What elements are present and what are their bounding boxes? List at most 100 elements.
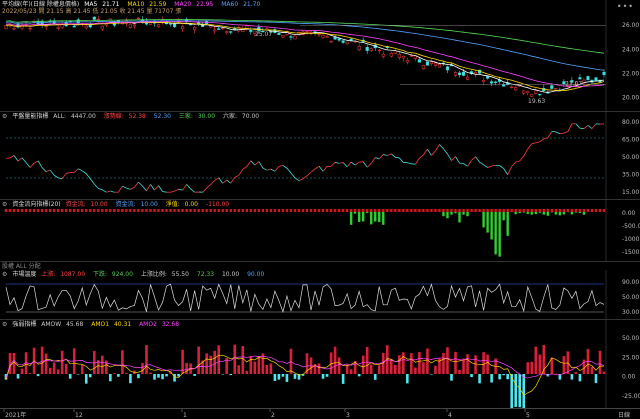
kd-segment — [138, 182, 142, 186]
flow-bar-pos — [113, 209, 115, 212]
amo-bar-pos — [575, 372, 578, 374]
amo-bar-pos — [350, 369, 353, 374]
flow-bar-pos — [486, 209, 488, 212]
kd-segment — [82, 171, 86, 174]
flow-bar-pos — [173, 209, 175, 212]
flow-bar-pos — [234, 209, 236, 212]
kd-segment — [399, 158, 403, 162]
flow-bar-neg — [502, 212, 504, 220]
flow-bar-pos — [57, 209, 59, 212]
kd-segment — [568, 124, 572, 132]
amo-bar-neg — [430, 374, 433, 375]
flow-bar-neg — [366, 212, 368, 213]
flow-bar-pos — [338, 209, 340, 212]
kd-segment — [183, 184, 187, 190]
flow-bar-pos — [450, 209, 452, 212]
breadth-stat-0: ALL: 4447.00 — [53, 113, 99, 120]
kd-segment — [556, 132, 560, 134]
flow-bar-pos — [474, 209, 476, 212]
flow-bar-pos — [25, 209, 27, 212]
flow-chart[interactable]: 0.00-500.0-1000-1500 — [0, 200, 640, 262]
flow-bar-pos — [117, 209, 119, 212]
kd-segment — [427, 149, 431, 155]
price-chart[interactable]: 25.0721.0719.6326.0024.0022.0020.00 — [0, 0, 640, 112]
amo-bar-pos — [338, 357, 341, 374]
breadth-chart[interactable]: 80.0065.0050.0035.0015.00 — [0, 112, 640, 200]
gear-icon[interactable]: ⚙ — [2, 321, 7, 328]
amo-bar-neg — [173, 374, 176, 382]
flow-bar-pos — [165, 209, 167, 212]
amo-bar-neg — [17, 374, 20, 379]
flow-bar-pos — [414, 209, 416, 212]
ma-line-3 — [6, 21, 604, 71]
candle — [398, 54, 401, 58]
flow-stat-3: -110.00 — [206, 201, 232, 208]
flow-header: ⚙ 資金流向指標(20) 資金流: 10.00 資金流: 10.00 淨值: 0… — [2, 201, 235, 208]
candle — [555, 88, 558, 89]
amo-bar-pos — [45, 353, 48, 374]
kd-segment — [159, 186, 163, 192]
gear-icon[interactable]: ⚙ — [2, 113, 7, 120]
flow-bar-neg — [555, 212, 557, 215]
flow-bar-neg — [547, 212, 549, 216]
flow-bar-pos — [254, 209, 256, 212]
flow-bar-pos — [591, 209, 593, 212]
price-note: 19.63 — [528, 98, 545, 105]
flow-bar-pos — [539, 209, 541, 212]
note-row: 股權 ALL 分配 — [0, 262, 640, 270]
amo-bar-pos — [65, 364, 68, 374]
flow-bar-pos — [53, 209, 55, 212]
more-icon[interactable]: ••• — [617, 2, 634, 11]
amo-bar-pos — [237, 365, 240, 374]
amo-bar-pos — [402, 352, 405, 374]
amo-bar-neg — [571, 374, 574, 380]
candle — [5, 25, 8, 28]
flow-bar-neg — [543, 212, 545, 215]
amo-chart[interactable]: 50.0025.000.00-25.00 — [0, 320, 640, 408]
flow-bar-pos — [218, 209, 220, 212]
amo-bar-pos — [250, 356, 253, 374]
flow-bar-pos — [81, 209, 83, 212]
amo-bar-neg — [157, 374, 160, 378]
flow-bar-pos — [374, 209, 376, 212]
breadth-axis-tick: 35.00 — [622, 172, 639, 179]
kd-segment — [191, 189, 195, 192]
kd-segment — [223, 180, 227, 183]
amo-bar-neg — [165, 374, 168, 376]
candle — [338, 39, 341, 41]
flow-bar-pos — [242, 209, 244, 212]
flow-bar-neg — [506, 212, 508, 236]
kd-segment — [500, 166, 504, 169]
candle — [466, 77, 469, 79]
kd-segment — [516, 161, 520, 162]
kd-segment — [187, 184, 191, 189]
amo-axis-tick: 0.00 — [622, 374, 636, 381]
amo-bar-pos — [366, 347, 369, 374]
gear-icon[interactable]: ⚙ — [2, 271, 7, 278]
gear-icon[interactable]: ⚙ — [2, 201, 7, 208]
amo-axis-tick: -25.00 — [622, 393, 640, 400]
amo-bar-neg — [161, 374, 164, 379]
candle — [101, 26, 104, 29]
flow-bar-pos — [209, 209, 211, 212]
flow-bar-neg — [527, 212, 529, 214]
kd-segment — [592, 124, 596, 129]
candle — [458, 73, 461, 75]
ohlc-line: 2022/05/23 開 21.15 高 21.45 低 21.05 收 21.… — [2, 8, 181, 15]
kd-segment — [520, 156, 524, 161]
flow-bar-pos — [65, 209, 67, 212]
kd-segment — [134, 182, 138, 187]
flow-bar-neg — [559, 212, 561, 215]
kd-segment — [423, 149, 427, 155]
amo-stat-1: AMO1 40.31 — [91, 321, 134, 328]
flow-bar-pos — [302, 209, 304, 212]
flow-bar-neg — [583, 212, 585, 215]
amo-stat-2: AMO2 32.68 — [139, 321, 182, 328]
amo-bar-pos — [474, 355, 477, 374]
flow-bar-pos — [354, 209, 356, 212]
breadth-header: ⚙ 平盤量能指標 ALL: 4447.00 漲勢線: 52.38 52.30 三… — [2, 113, 265, 120]
flow-bar-pos — [9, 209, 11, 212]
kd-segment — [18, 158, 22, 161]
kd-segment — [480, 162, 484, 164]
flow-bar-pos — [101, 209, 103, 212]
